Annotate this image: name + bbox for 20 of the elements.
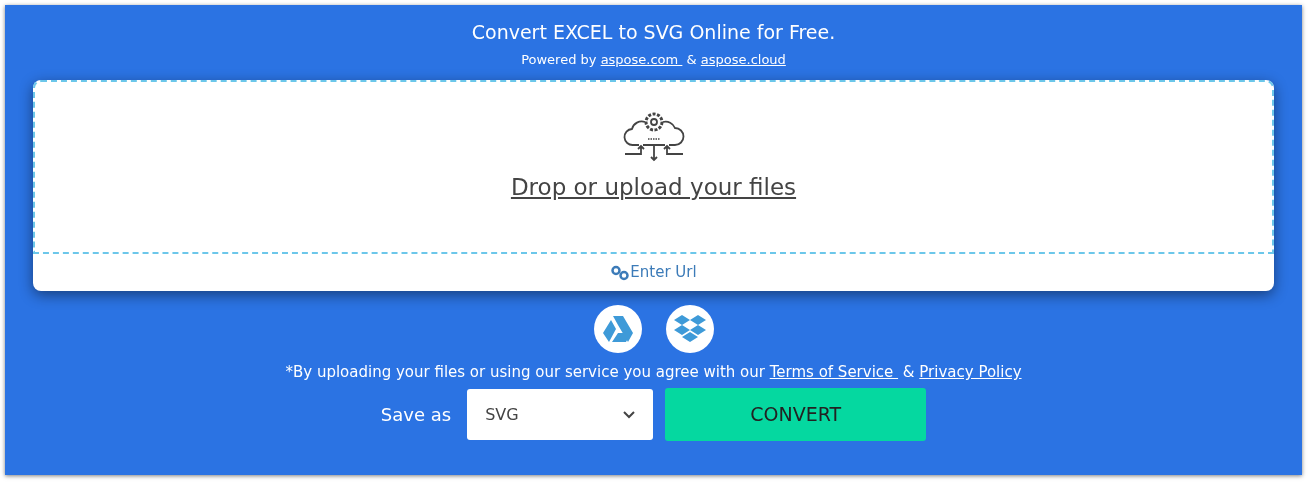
chevron-down-icon [623,410,636,419]
drive-icon [602,316,633,342]
drive-button[interactable] [593,305,642,353]
enter-url-link[interactable]: Enter Url [610,261,697,284]
dropbox-button[interactable] [665,305,714,353]
text-link[interactable]: Privacy Policy [919,363,1022,381]
text-link[interactable]: Terms of Service [769,363,899,381]
powered-by-text: Powered by aspose.com & aspose.cloud [521,51,786,69]
agreement-text: *By uploading your files or using our service you agree with our Terms of Service & Privacy Policy [285,362,1022,382]
drop-upload-link[interactable]: Drop or upload your files [510,172,797,202]
page-title: Convert EXCEL to SVG Online for Free. [471,20,836,45]
link-icon [610,264,631,281]
save-as-label: Save as [380,403,452,427]
convert-button[interactable]: CONVERT [665,388,927,441]
text-link[interactable]: aspose.com [600,52,683,67]
cloud-upload-icon [622,110,685,162]
drop-zone[interactable]: Drop or upload your files [33,80,1274,254]
format-select[interactable]: SVG [467,389,654,440]
text-link[interactable]: aspose.cloud [700,52,786,67]
dropbox-icon [673,315,706,343]
